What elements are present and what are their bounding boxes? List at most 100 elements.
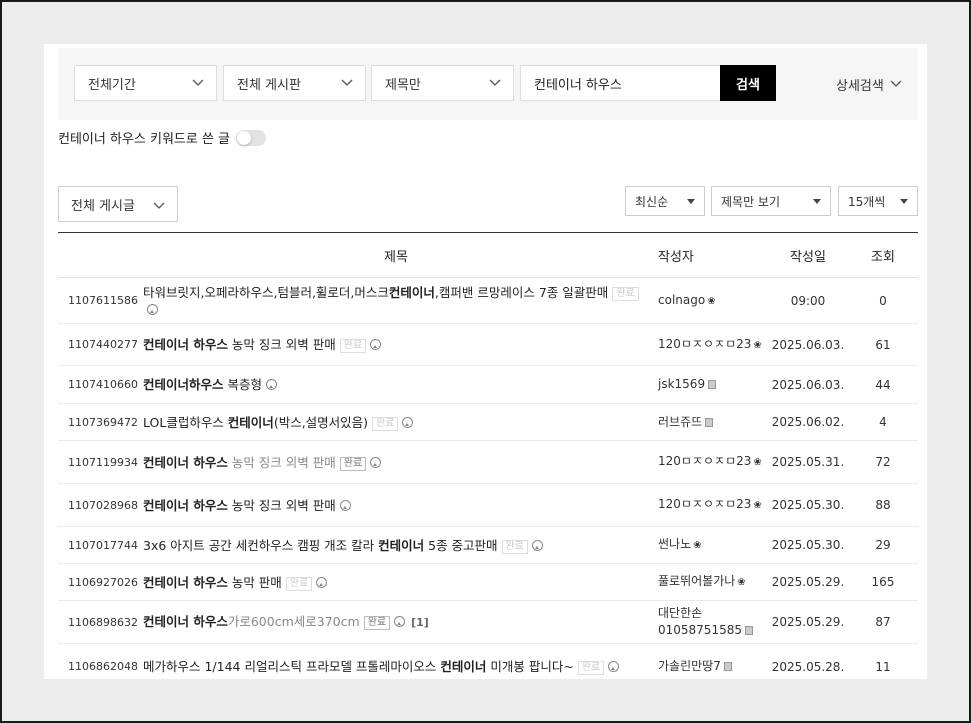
post-author-cell[interactable]: colnago ❀ [649, 277, 768, 324]
table-row[interactable]: 1107611586 타워브릿지,오페라하우스,텀블러,휠로더,머스크컨테이너,캠… [58, 277, 918, 324]
post-author-cell[interactable]: 러브쥬뜨 [649, 403, 768, 441]
photo-icon [147, 303, 158, 315]
search-field-select[interactable]: 제목만 [371, 65, 514, 101]
title-text: 농막 징크 외벽 판매 [227, 497, 336, 513]
post-title-cell: 컨테이너 하우스 농막 판매 완료 [143, 563, 649, 601]
post-author: 120ㅁㅈㅇㅈㅁ23 [658, 497, 752, 511]
photo-icon [370, 339, 382, 350]
post-author-cell[interactable]: 120ㅁㅈㅇㅈㅁ23 ❀ [649, 323, 768, 366]
view-mode-select[interactable]: 제목만 보기 [711, 186, 831, 216]
search-input[interactable] [520, 65, 721, 101]
post-date: 2025.06.02. [768, 403, 848, 441]
keyword-filter-toggle[interactable] [236, 129, 267, 146]
post-title-link[interactable]: LOL클럽하우스 컨테이너(박스,설명서있음) [143, 415, 368, 430]
post-title-cell: 타워브릿지,오페라하우스,텀블러,휠로더,머스크컨테이너,캠퍼밴 르망레이스 7… [143, 277, 649, 324]
table-row[interactable]: 1107410660 컨테이너하우스 복층형 jsk1569 2025.06.03. 4… [58, 365, 918, 404]
detail-search-label: 상세검색 [836, 79, 884, 94]
title-keyword: 컨테이너하우스 [143, 377, 224, 392]
sprout-icon: ❀ [737, 577, 746, 588]
photo-icon [608, 661, 620, 672]
post-author-cell[interactable]: 대단한손 01058751585 [649, 600, 768, 644]
title-keyword: 컨테이너 하우스 [143, 497, 228, 513]
post-author: 풀로뛰어볼가나 [658, 574, 736, 588]
post-author-cell[interactable]: 풀로뛰어볼가나 ❀ [649, 563, 768, 601]
post-date: 2025.05.30. [768, 526, 848, 564]
post-title-link[interactable]: 컨테이너 하우스 농막 징크 외벽 판매 [143, 498, 336, 513]
caret-down-icon [687, 199, 695, 204]
sprout-icon: ❀ [753, 457, 762, 468]
post-title-cell: 컨테이너 하우스 농막 징크 외벽 판매 [143, 483, 649, 527]
table-row[interactable]: 1107369472 LOL클럽하우스 컨테이너(박스,설명서있음) 완료 러브쥬뜨 2… [58, 403, 918, 441]
title-text: 농막 징크 외벽 판매 [227, 454, 336, 470]
post-title-cell: 컨테이너하우스 복층형 [143, 365, 649, 404]
post-author-cell[interactable]: 썬나노 ❀ [649, 526, 768, 564]
member-level-icon [708, 380, 717, 389]
post-title-link[interactable]: 컨테이너 하우스 농막 판매 [143, 575, 282, 590]
search-button[interactable]: 검색 [720, 65, 776, 101]
status-badge: 완료 [577, 661, 605, 675]
comment-count[interactable]: [1] [411, 616, 429, 629]
post-title-cell: 컨테이너 하우스 농막 징크 외벽 판매 완료 [143, 323, 649, 366]
post-title-link[interactable]: 컨테이너하우스 복층형 [143, 377, 262, 392]
post-views: 44 [848, 365, 918, 404]
column-header-author: 작성자 [649, 232, 768, 278]
post-views: 88 [848, 483, 918, 527]
post-author-cell[interactable]: 가솔린만땅7 [649, 643, 768, 679]
title-text: 메가하우스 1/144 리얼리스틱 프라모델 프톨레마이오스 [143, 659, 441, 674]
period-select[interactable]: 전체기간 [74, 65, 217, 101]
post-date: 2025.05.29. [768, 600, 848, 644]
board-select[interactable]: 전체 게시판 [223, 65, 366, 101]
table-row[interactable]: 1107119934 컨테이너 하우스 농막 징크 외벽 판매 완료 120ㅁㅈㅇㅈㅁ… [58, 440, 918, 484]
post-id: 1107410660 [58, 365, 143, 404]
post-author: 썬나노 [658, 537, 692, 551]
status-badge: 완료 [363, 616, 391, 630]
sort-select[interactable]: 최신순 [625, 186, 705, 216]
per-page-select[interactable]: 15개씩 [838, 186, 918, 216]
post-author-cell[interactable]: 120ㅁㅈㅇㅈㅁ23 ❀ [649, 440, 768, 484]
photo-icon [316, 576, 328, 588]
chevron-down-icon [192, 77, 204, 87]
post-date: 2025.05.31. [768, 440, 848, 484]
post-id: 1107369472 [58, 403, 143, 441]
table-row[interactable]: 1106927026 컨테이너 하우스 농막 판매 완료 풀로뛰어볼가나 ❀ 2025.0… [58, 563, 918, 601]
board-select-label: 전체 게시판 [237, 77, 301, 93]
post-views: 4 [848, 403, 918, 441]
post-author: colnago [658, 292, 706, 307]
table-row[interactable]: 1106898632 컨테이너 하우스가로600cm세로370cm 완료 [1] 대단한… [58, 600, 918, 644]
post-title-link[interactable]: 컨테이너 하우스가로600cm세로370cm [143, 614, 360, 629]
post-title-link[interactable]: 타워브릿지,오페라하우스,텀블러,휠로더,머스크컨테이너,캠퍼밴 르망레이스 7… [143, 285, 608, 300]
post-author-cell[interactable]: jsk1569 [649, 365, 768, 404]
post-author: 120ㅁㅈㅇㅈㅁ23 [658, 336, 752, 351]
status-badge: 완료 [612, 286, 639, 301]
post-title-link[interactable]: 3x6 아지트 공간 세컨하우스 캠핑 개조 칼라 컨테이너 5종 중고판매 [143, 538, 498, 553]
photo-icon [394, 616, 406, 627]
post-views: 72 [848, 440, 918, 484]
title-keyword: 컨테이너 [388, 284, 435, 300]
caret-down-icon [813, 199, 821, 204]
title-text: 농막 징크 외벽 판매 [227, 337, 336, 352]
table-row[interactable]: 1106862048 메가하우스 1/144 리얼리스틱 프라모델 프톨레마이오스… [58, 643, 918, 679]
table-row[interactable]: 1107440277 컨테이너 하우스 농막 징크 외벽 판매 완료 120ㅁㅈㅇㅈㅁ… [58, 323, 918, 366]
title-keyword: 컨테이너 [378, 537, 425, 553]
member-level-icon [744, 626, 753, 635]
title-keyword: 컨테이너 [227, 414, 274, 430]
post-id: 1107611586 [58, 277, 143, 324]
column-header-date: 작성일 [768, 232, 848, 278]
detail-search-toggle[interactable]: 상세검색 [836, 75, 902, 94]
table-row[interactable]: 1107028968 컨테이너 하우스 농막 징크 외벽 판매 120ㅁㅈㅇㅈㅁ23… [58, 483, 918, 527]
post-title-link[interactable]: 컨테이너 하우스 농막 징크 외벽 판매 [143, 337, 336, 352]
column-header-title: 제목 [143, 232, 649, 278]
post-date: 2025.05.30. [768, 483, 848, 527]
post-title-link[interactable]: 컨테이너 하우스 농막 징크 외벽 판매 [143, 455, 336, 470]
sprout-icon: ❀ [753, 339, 762, 351]
title-keyword: 컨테이너 [440, 659, 487, 674]
member-level-icon [705, 417, 714, 427]
post-author: 120ㅁㅈㅇㅈㅁ23 [658, 454, 752, 468]
table-row[interactable]: 1107017744 3x6 아지트 공간 세컨하우스 캠핑 개조 칼라 컨테이너… [58, 526, 918, 564]
post-date: 09:00 [768, 277, 848, 324]
caret-down-icon [900, 199, 908, 204]
post-title-link[interactable]: 메가하우스 1/144 리얼리스틱 프라모델 프톨레마이오스 컨테이너 미개봉 … [143, 659, 574, 674]
post-type-filter[interactable]: 전체 게시글 [58, 186, 178, 222]
post-author-cell[interactable]: 120ㅁㅈㅇㅈㅁ23 ❀ [649, 483, 768, 527]
member-level-icon [723, 662, 732, 671]
